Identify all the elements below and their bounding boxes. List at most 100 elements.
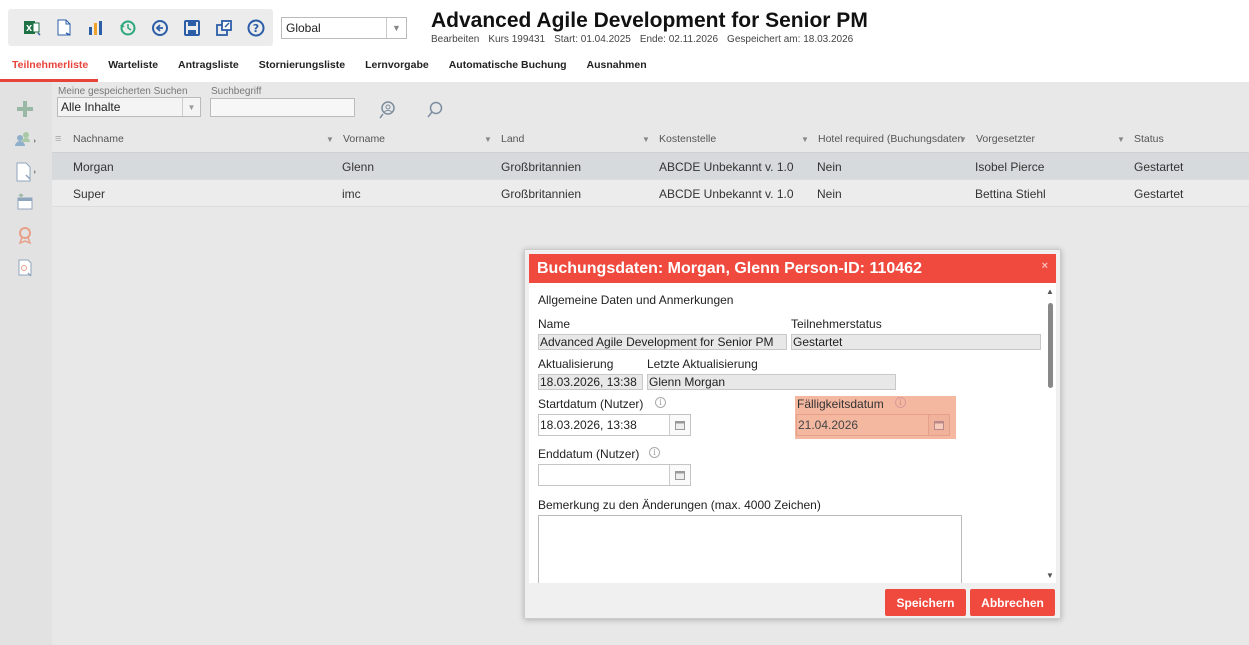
search-input[interactable] — [210, 98, 355, 117]
sidebar — [0, 82, 52, 645]
history-icon[interactable] — [114, 14, 142, 42]
col-nachname[interactable]: Nachname — [73, 125, 343, 153]
back-icon[interactable] — [146, 14, 174, 42]
sort-caret-icon[interactable]: ▼ — [484, 125, 498, 153]
scope-select[interactable]: Global ▼ — [281, 17, 407, 39]
cell-land: Großbritannien — [501, 159, 582, 174]
tab-ausnahmen[interactable]: Ausnahmen — [577, 54, 657, 82]
col-kostenstelle[interactable]: Kostenstelle — [659, 125, 716, 153]
tab-warteliste[interactable]: Warteliste — [98, 54, 168, 82]
document-export-icon[interactable] — [12, 160, 38, 184]
cell-kostenstelle: ABCDE Unbekannt v. 1.0 — [659, 159, 794, 174]
due-date-label: Fälligkeitsdatum — [797, 397, 884, 411]
tab-teilnehmerliste[interactable]: Teilnehmerliste — [0, 54, 99, 82]
bar-chart-icon[interactable] — [82, 14, 110, 42]
status-field: Gestartet — [791, 334, 1041, 350]
dialog-scrollbar[interactable]: ▲ ▼ — [1044, 283, 1056, 583]
last-update-field: Glenn Morgan — [647, 374, 896, 390]
saved-searches-label: Meine gespeicherten Suchen — [58, 86, 188, 97]
save-button[interactable]: Speichern — [885, 589, 966, 616]
scroll-up-icon[interactable]: ▲ — [1046, 287, 1054, 296]
tab-stornierungsliste[interactable]: Stornierungsliste — [249, 54, 355, 82]
column-menu-icon[interactable]: ≡ — [55, 125, 61, 153]
due-date-input[interactable]: 21.04.2026 — [796, 414, 950, 436]
tab-antragsliste[interactable]: Antragsliste — [168, 54, 249, 82]
search-icon[interactable] — [425, 100, 445, 123]
col-hotel-label: Hotel required (Buchungsdaten — [818, 133, 964, 145]
info-icon[interactable]: i — [655, 397, 666, 408]
participant-table: ≡ Nachname ▼ Vorname ▼ Land ▼ Kostenstel… — [52, 125, 1249, 207]
external-window-icon[interactable] — [210, 14, 238, 42]
dialog-title-bar: Buchungsdaten: Morgan, Glenn Person-ID: … — [529, 254, 1056, 283]
remark-textarea[interactable] — [538, 515, 962, 583]
cell-kostenstelle: ABCDE Unbekannt v. 1.0 — [659, 186, 794, 201]
close-icon[interactable]: × — [1042, 260, 1048, 272]
col-vorname[interactable]: Vorname — [343, 125, 385, 153]
start-date-input[interactable]: 18.03.2026, 13:38 — [538, 414, 691, 436]
calendar-icon[interactable] — [928, 415, 949, 435]
scroll-thumb[interactable] — [1048, 303, 1053, 388]
sort-caret-icon[interactable]: ▼ — [326, 125, 340, 153]
due-date-value: 21.04.2026 — [798, 418, 859, 432]
calendar-icon[interactable] — [669, 415, 690, 435]
excel-export-icon[interactable]: X — [18, 14, 46, 42]
meta-mode: Bearbeiten — [431, 34, 480, 45]
cell-nachname: Super — [73, 186, 106, 201]
save-icon[interactable] — [178, 14, 206, 42]
col-vorgesetzter[interactable]: Vorgesetzter — [976, 125, 1035, 153]
chevron-down-icon: ▼ — [386, 18, 406, 38]
saved-searches-select[interactable]: Alle Inhalte ▼ — [57, 97, 201, 117]
table-row[interactable]: Morgan Glenn Großbritannien ABCDE Unbeka… — [52, 153, 1249, 180]
info-icon[interactable]: i — [649, 447, 660, 458]
sort-caret-icon[interactable]: ▼ — [642, 125, 656, 153]
start-date-value: 18.03.2026, 13:38 — [540, 418, 637, 432]
calendar-import-icon[interactable] — [12, 190, 38, 214]
scroll-down-icon[interactable]: ▼ — [1046, 571, 1054, 580]
cancel-button[interactable]: Abbrechen — [970, 589, 1055, 616]
update-label: Aktualisierung — [538, 357, 614, 371]
help-icon[interactable]: ? — [242, 14, 270, 42]
cell-status: Gestartet — [1134, 159, 1184, 174]
tab-lernvorgabe[interactable]: Lernvorgabe — [355, 54, 439, 82]
col-hotel[interactable]: Hotel required (Buchungsdaten — [818, 125, 963, 153]
col-vorgesetzter-label: Vorgesetzter — [976, 133, 1035, 145]
col-land-label: Land — [501, 133, 525, 145]
dialog-title: Buchungsdaten: Morgan, Glenn Person-ID: … — [537, 259, 922, 277]
cell-vorgesetzter: Isobel Pierce — [975, 159, 1045, 174]
calendar-icon[interactable] — [669, 465, 690, 485]
col-status[interactable]: Status — [1134, 125, 1164, 153]
cell-vorname: Glenn — [342, 159, 375, 174]
scope-select-value: Global — [286, 21, 321, 35]
person-search-icon[interactable] — [378, 99, 400, 124]
cell-status: Gestartet — [1134, 186, 1184, 201]
col-land[interactable]: Land — [501, 125, 524, 153]
sort-caret-icon[interactable]: ▼ — [1117, 125, 1131, 153]
table-row[interactable]: Super imc Großbritannien ABCDE Unbekannt… — [52, 180, 1249, 207]
tab-automatische-buchung[interactable]: Automatische Buchung — [439, 54, 577, 82]
booking-dialog: Buchungsdaten: Morgan, Glenn Person-ID: … — [524, 249, 1061, 619]
course-meta: Bearbeiten Kurs 199431 Start: 01.04.2025… — [431, 34, 853, 45]
end-date-label: Enddatum (Nutzer) — [538, 447, 640, 461]
users-icon[interactable] — [12, 128, 38, 152]
svg-text:X: X — [26, 24, 33, 33]
award-icon[interactable] — [12, 223, 38, 247]
update-field: 18.03.2026, 13:38 — [538, 374, 643, 390]
meta-saved: Gespeichert am: 18.03.2026 — [727, 34, 854, 45]
tab-bar: Teilnehmerliste Warteliste Antragsliste … — [0, 54, 657, 82]
sort-caret-icon[interactable]: ▼ — [801, 125, 815, 153]
col-status-label: Status — [1134, 133, 1164, 145]
end-date-input[interactable] — [538, 464, 691, 486]
sort-caret-icon[interactable]: ▼ — [959, 125, 973, 153]
certificate-search-icon[interactable] — [12, 256, 38, 280]
name-label: Name — [538, 317, 571, 331]
add-icon[interactable] — [12, 97, 38, 121]
search-term-label: Suchbegriff — [211, 86, 262, 97]
name-field: Advanced Agile Development for Senior PM — [538, 334, 787, 350]
info-icon[interactable]: i — [895, 397, 906, 408]
cell-land: Großbritannien — [501, 186, 582, 201]
saved-searches-value: Alle Inhalte — [61, 100, 121, 114]
report-export-icon[interactable] — [50, 14, 78, 42]
svg-text:?: ? — [253, 22, 259, 35]
last-update-label: Letzte Aktualisierung — [647, 357, 758, 371]
cell-vorgesetzter: Bettina Stiehl — [975, 186, 1046, 201]
